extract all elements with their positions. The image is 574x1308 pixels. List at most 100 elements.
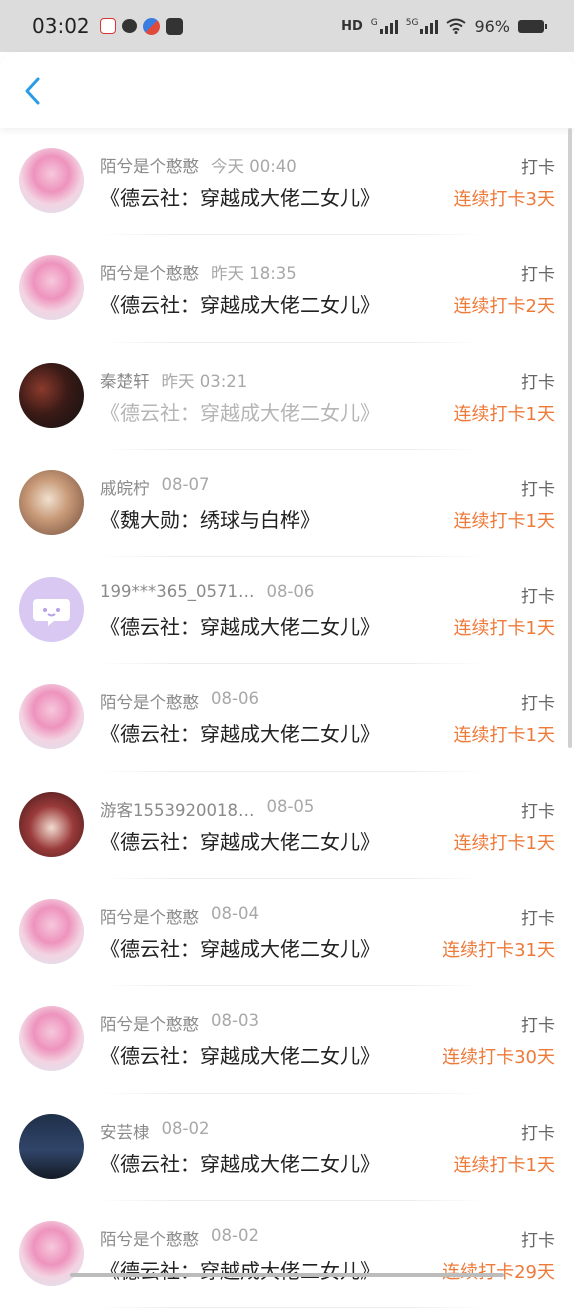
checkin-time: 昨天 03:21 — [161, 371, 248, 391]
chat-bubble-icon — [33, 599, 70, 627]
user-meta: 陌兮是个憨憨 08-03 — [100, 1011, 259, 1035]
book-title[interactable]: 《德云社：穿越成大佬二女儿》 — [100, 611, 380, 640]
back-button[interactable] — [18, 74, 48, 108]
book-title[interactable]: 《德云社：穿越成大佬二女儿》 — [100, 718, 380, 747]
hd-indicator: HD — [341, 18, 363, 34]
book-title[interactable]: 《德云社：穿越成大佬二女儿》 — [100, 1040, 380, 1069]
checkin-time: 08-02 — [161, 1118, 210, 1138]
checkin-label: 打卡 — [521, 158, 555, 178]
user-meta: 199***365_0571… 08-06 — [100, 582, 314, 601]
g-label: G — [370, 18, 378, 28]
checkin-row[interactable]: 陌兮是个憨憨 08-03 《德云社：穿越成大佬二女儿》 打卡 连续打卡30天 — [0, 986, 574, 1094]
checkin-time: 昨天 18:35 — [211, 264, 297, 284]
avatar[interactable] — [19, 1006, 84, 1072]
status-time: 03:02 — [32, 14, 90, 38]
user-name[interactable]: 陌兮是个憨憨 — [100, 153, 199, 177]
user-meta: 陌兮是个憨憨 08-04 — [100, 904, 259, 928]
checkin-row[interactable]: 陌兮是个憨憨08-02 《德云社：穿越成大佬二女儿》 打卡 连续打卡29天 — [0, 1201, 574, 1308]
streak-label: 连续打卡1天 — [453, 510, 555, 532]
checkin-row[interactable]: 199***365_0571… 08-06 《德云社：穿越成大佬二女儿》 打卡 连… — [0, 557, 574, 665]
scrollbar[interactable] — [568, 128, 572, 748]
checkin-label: 打卡 — [521, 479, 555, 500]
battery-percent: 96% — [474, 16, 510, 36]
book-title[interactable]: 《德云社：穿越成大佬二女儿》 — [100, 397, 380, 426]
checkin-time: 今天 00:40 — [211, 157, 297, 176]
chevron-left-icon — [25, 77, 40, 105]
streak-label: 连续打卡29天 — [442, 1258, 555, 1284]
checkin-list: 陌兮是个憨憨 今天 00:40 《德云社：穿越成大佬二女儿》 打卡 连续打卡3天 … — [0, 128, 574, 1308]
user-name[interactable]: 陌兮是个憨憨 — [100, 1226, 199, 1250]
user-name[interactable]: 199***365_0571… — [100, 582, 254, 601]
home-indicator — [70, 1273, 504, 1277]
checkin-time: 08-05 — [266, 796, 315, 816]
user-name[interactable]: 安芸棣 — [100, 1119, 150, 1143]
user-meta: 游客1553920018… 08-05 — [100, 797, 314, 821]
signal-g-icon: G — [371, 18, 398, 34]
checkin-row[interactable]: 秦楚轩 昨天 03:21 《德云社：穿越成大佬二女儿》 打卡 连续打卡1天 — [0, 343, 574, 450]
checkin-label: 打卡 — [521, 694, 555, 715]
checkin-label: 打卡 — [521, 265, 555, 286]
streak-label: 连续打卡1天 — [453, 1154, 555, 1176]
checkin-time: 08-07 — [161, 474, 210, 494]
calendar-icon — [99, 18, 116, 34]
user-name[interactable]: 陌兮是个憨憨 — [100, 689, 199, 713]
checkin-row[interactable]: 陌兮是个憨憨 08-04 《德云社：穿越成大佬二女儿》 打卡 连续打卡31天 — [0, 879, 574, 987]
checkin-label: 打卡 — [521, 587, 555, 608]
nav-header — [0, 52, 574, 128]
book-title[interactable]: 《魏大勋：绣球与白桦》 — [100, 504, 320, 533]
battery-icon — [518, 19, 547, 33]
wifi-icon — [446, 18, 467, 34]
checkin-row[interactable]: 戚皖柠 08-07 《魏大勋：绣球与白桦》 打卡 连续打卡1天 — [0, 450, 574, 558]
checkin-row[interactable]: 安芸棣 08-02 《德云社：穿越成大佬二女儿》 打卡 连续打卡1天 — [0, 1094, 574, 1201]
avatar[interactable] — [19, 577, 84, 643]
checkin-label: 打卡 — [521, 1230, 555, 1251]
avatar[interactable] — [19, 469, 84, 535]
book-title[interactable]: 《德云社：穿越成大佬二女儿》 — [100, 1148, 380, 1177]
checkin-time: 08-04 — [211, 904, 259, 924]
checkin-row[interactable]: 游客1553920018… 08-05 《德云社：穿越成大佬二女儿》 打卡 连续打… — [0, 772, 574, 880]
checkin-label: 打卡 — [521, 801, 555, 822]
chat-icon — [121, 19, 137, 33]
app-icon — [165, 17, 183, 35]
user-name[interactable]: 陌兮是个憨憨 — [100, 904, 199, 928]
notification-icons — [99, 17, 183, 35]
user-name[interactable]: 秦楚轩 — [100, 368, 150, 392]
user-meta: 安芸棣 08-02 — [100, 1119, 209, 1143]
user-name[interactable]: 陌兮是个憨憨 — [100, 260, 199, 284]
streak-label: 连续打卡1天 — [453, 832, 555, 854]
avatar[interactable] — [19, 684, 84, 750]
checkin-time: 08-06 — [266, 582, 315, 602]
streak-label: 连续打卡1天 — [453, 725, 555, 747]
checkin-time: 08-02 — [211, 1225, 259, 1245]
book-title[interactable]: 《德云社：穿越成大佬二女儿》 — [100, 826, 380, 855]
avatar[interactable] — [19, 1113, 84, 1179]
compass-icon — [142, 17, 160, 35]
user-meta: 戚皖柠 08-07 — [100, 475, 209, 499]
avatar[interactable] — [19, 255, 84, 321]
avatar[interactable] — [19, 148, 84, 213]
streak-label: 连续打卡2天 — [453, 296, 555, 318]
book-title[interactable]: 《德云社：穿越成大佬二女儿》 — [100, 182, 380, 211]
user-meta: 陌兮是个憨憨 08-02 — [100, 1226, 259, 1250]
user-meta: 陌兮是个憨憨 08-06 — [100, 689, 259, 713]
avatar[interactable] — [19, 899, 84, 965]
user-name[interactable]: 游客1553920018… — [100, 797, 254, 821]
avatar[interactable] — [19, 362, 84, 428]
book-title[interactable]: 《德云社：穿越成大佬二女儿》 — [100, 933, 380, 962]
streak-label: 连续打卡1天 — [453, 403, 555, 425]
avatar[interactable] — [19, 791, 84, 857]
checkin-time: 08-03 — [211, 1011, 259, 1031]
streak-label: 连续打卡3天 — [453, 189, 555, 210]
user-name[interactable]: 陌兮是个憨憨 — [100, 1011, 199, 1035]
streak-label: 连续打卡30天 — [442, 1047, 555, 1069]
checkin-time: 08-06 — [211, 689, 259, 709]
user-name[interactable]: 戚皖柠 — [100, 475, 150, 499]
checkin-row[interactable]: 陌兮是个憨憨 08-06 《德云社：穿越成大佬二女儿》 打卡 连续打卡1天 — [0, 664, 574, 772]
user-meta: 秦楚轩 昨天 03:21 — [100, 368, 247, 392]
checkin-row[interactable]: 陌兮是个憨憨 今天 00:40 《德云社：穿越成大佬二女儿》 打卡 连续打卡3天 — [0, 128, 574, 236]
book-title[interactable]: 《德云社：穿越成大佬二女儿》 — [100, 289, 380, 318]
checkin-row[interactable]: 陌兮是个憨憨 昨天 18:35 《德云社：穿越成大佬二女儿》 打卡 连续打卡2天 — [0, 235, 574, 343]
checkin-label: 打卡 — [521, 1016, 555, 1037]
checkin-label: 打卡 — [521, 1123, 555, 1144]
checkin-label: 打卡 — [521, 372, 555, 393]
